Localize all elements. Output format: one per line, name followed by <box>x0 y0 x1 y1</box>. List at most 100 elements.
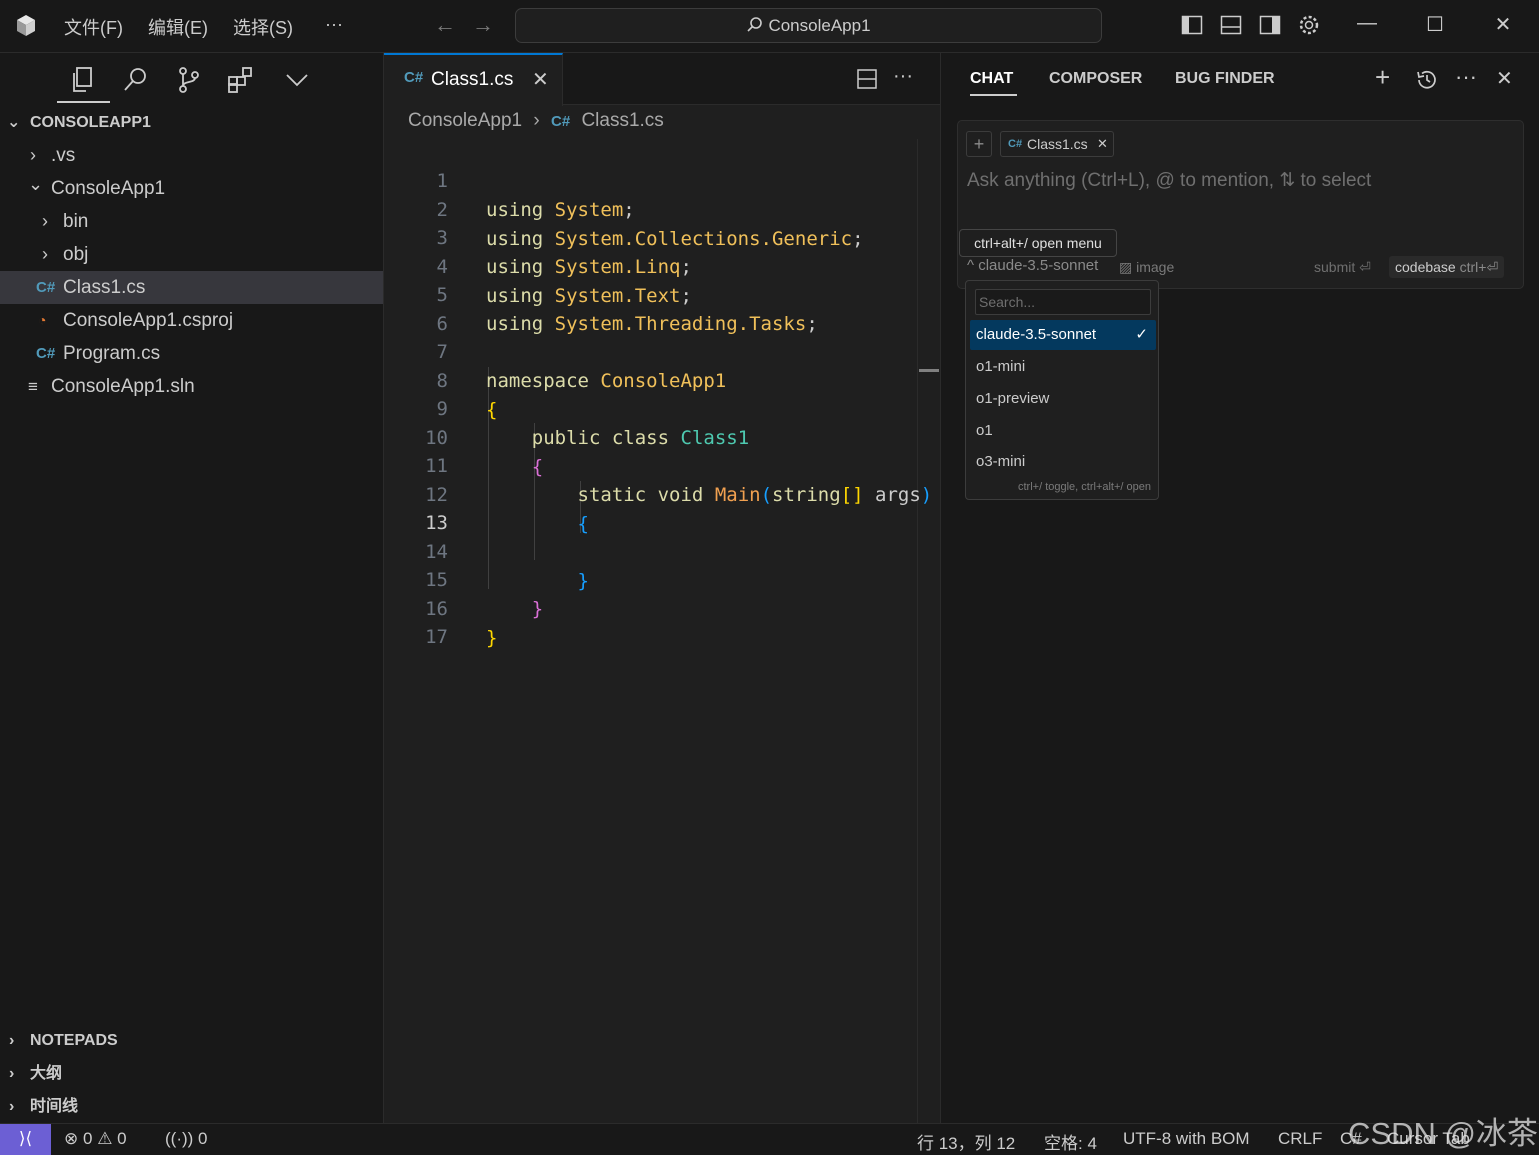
model-option-o1[interactable]: o1 <box>970 416 1156 446</box>
search-icon[interactable] <box>121 65 151 95</box>
close-window-icon[interactable]: ✕ <box>1488 12 1518 37</box>
line-ending[interactable]: CRLF <box>1278 1129 1322 1149</box>
context-chip-file[interactable]: C# Class1.cs ✕ <box>1000 131 1114 157</box>
tree-item-bin[interactable]: › bin <box>0 205 383 238</box>
breadcrumb-item-project[interactable]: ConsoleApp1 <box>408 110 522 131</box>
tree-item-vs[interactable]: › .vs <box>0 139 383 172</box>
code-line[interactable]: 12 { <box>384 452 589 535</box>
model-option-label: o1-mini <box>976 358 1026 375</box>
section-timeline[interactable]: › 时间线 <box>0 1090 383 1123</box>
code-line[interactable]: 5 using System.Threading.Tasks; <box>384 252 818 335</box>
tree-item-csproj[interactable]: ◔ ConsoleApp1.csproj <box>0 304 383 337</box>
split-editor-icon[interactable] <box>856 68 878 90</box>
chevron-down-icon: ⌄ <box>7 114 21 131</box>
close-icon[interactable]: ✕ <box>1496 66 1513 91</box>
cursor-logo-icon[interactable] <box>14 14 38 38</box>
explorer-sidebar: ⌄ CONSOLEAPP1 › .vs ⌄ ConsoleApp1 › bin … <box>0 53 384 1123</box>
source-control-icon[interactable] <box>174 65 204 95</box>
tab-chat[interactable]: CHAT <box>970 70 1013 88</box>
explorer-files-icon[interactable] <box>68 65 98 95</box>
remote-indicator-icon[interactable]: ⟩⟨ <box>0 1124 51 1155</box>
history-icon[interactable] <box>1415 68 1439 92</box>
file-encoding[interactable]: UTF-8 with BOM <box>1123 1129 1250 1149</box>
section-outline[interactable]: › 大纲 <box>0 1057 383 1090</box>
ports-indicator[interactable]: ((·)) 0 <box>165 1129 208 1149</box>
new-chat-plus-icon[interactable]: + <box>1375 62 1390 93</box>
model-selector[interactable]: ^ claude-3.5-sonnet <box>967 257 1098 274</box>
breadcrumb-item-file[interactable]: Class1.cs <box>581 110 663 131</box>
toggle-panel-icon[interactable] <box>1219 13 1243 37</box>
code-line[interactable]: 17 <box>384 594 448 648</box>
toggle-primary-sidebar-icon[interactable] <box>1180 13 1204 37</box>
chevron-right-icon: › <box>9 1098 15 1115</box>
code-line-active[interactable]: 13 <box>384 480 448 534</box>
code-line[interactable]: 15 } <box>384 537 543 620</box>
menu-edit[interactable]: 编辑(E) <box>148 14 208 40</box>
checkmark-icon: ✓ <box>1135 326 1148 343</box>
model-dropdown: claude-3.5-sonnet ✓ o1-mini o1-preview o… <box>965 280 1159 500</box>
chat-input-placeholder[interactable]: Ask anything (Ctrl+L), @ to mention, ⇅ t… <box>967 169 1371 192</box>
warning-count: 0 <box>117 1129 127 1148</box>
tree-item-label: obj <box>63 244 89 265</box>
context-chip-label: Class1.cs <box>1027 136 1088 152</box>
maximize-icon[interactable]: ☐ <box>1420 12 1450 37</box>
csharp-file-icon: C# <box>1008 138 1023 150</box>
code-line[interactable]: 7 namespace ConsoleApp1 <box>384 309 727 392</box>
code-line[interactable]: 4 using System.Text; <box>384 224 692 307</box>
model-option-label: o1 <box>976 422 993 439</box>
tree-item-class1-cs[interactable]: C# Class1.cs <box>0 271 383 304</box>
tree-item-label: ConsoleApp1.csproj <box>63 310 234 331</box>
model-option-o1-mini[interactable]: o1-mini <box>970 352 1156 382</box>
code-line[interactable]: 16 } <box>384 566 497 649</box>
model-option-o1-preview[interactable]: o1-preview <box>970 384 1156 414</box>
scrollbar-cursor-marker[interactable] <box>919 369 939 372</box>
menu-more[interactable]: ··· <box>325 14 343 35</box>
command-center[interactable]: ConsoleApp1 <box>515 8 1102 43</box>
more-options-icon[interactable]: ··· <box>1455 64 1477 90</box>
settings-gear-icon[interactable] <box>1297 13 1321 37</box>
code-line[interactable]: 10 { <box>384 395 543 478</box>
forward-arrow-icon[interactable]: → <box>472 12 494 38</box>
cursor-position[interactable]: 行 13，列 12 <box>917 1129 1015 1154</box>
extensions-icon[interactable] <box>226 65 256 95</box>
model-option-claude-3-5-sonnet[interactable]: claude-3.5-sonnet ✓ <box>970 320 1156 350</box>
code-line[interactable]: 8 { <box>384 338 498 421</box>
tree-item-program-cs[interactable]: C# Program.cs <box>0 337 383 370</box>
remove-context-icon[interactable]: ✕ <box>1097 132 1108 156</box>
menu-file[interactable]: 文件(F) <box>64 14 123 40</box>
tree-item-label: bin <box>63 211 89 232</box>
tree-item-sln[interactable]: ≡ ConsoleApp1.sln <box>0 370 383 403</box>
back-arrow-icon[interactable]: ← <box>434 12 456 38</box>
chevron-down-icon[interactable] <box>282 65 312 95</box>
tab-bug-finder[interactable]: BUG FINDER <box>1175 70 1275 88</box>
codebase-button[interactable]: codebase ctrl+⏎ <box>1389 256 1505 278</box>
code-line[interactable]: 6 <box>384 281 448 335</box>
add-context-button[interactable]: + <box>966 131 992 157</box>
code-line[interactable]: 9 public class Class1 <box>384 366 750 449</box>
close-icon[interactable]: ✕ <box>532 67 549 92</box>
explorer-root-header[interactable]: ⌄ CONSOLEAPP1 <box>0 106 383 139</box>
tab-composer[interactable]: COMPOSER <box>1049 70 1142 88</box>
model-option-label: claude-3.5-sonnet <box>976 326 1097 343</box>
tab-class1-cs[interactable]: C# Class1.cs ✕ <box>384 53 563 106</box>
section-notepads[interactable]: › NOTEPADS <box>0 1024 383 1057</box>
code-line[interactable]: 14 } <box>384 509 589 592</box>
code-line[interactable]: 2 using System.Collections.Generic; <box>384 167 864 250</box>
submit-button[interactable]: submit ⏎ <box>1314 259 1371 276</box>
code-line[interactable]: 1 using System; <box>384 138 635 221</box>
minimize-icon[interactable]: — <box>1352 12 1382 35</box>
model-search-input[interactable] <box>975 289 1151 315</box>
more-actions-icon[interactable]: ··· <box>893 65 913 88</box>
code-line[interactable]: 3 using System.Linq; <box>384 195 692 278</box>
warning-icon: ⚠ <box>97 1129 113 1148</box>
menu-selection[interactable]: 选择(S) <box>233 14 293 40</box>
code-line[interactable]: 11 static void Main(string[] args) <box>384 423 932 506</box>
toggle-secondary-sidebar-icon[interactable] <box>1258 13 1282 37</box>
watermark: CSDN @冰茶 <box>1348 1116 1538 1151</box>
model-option-o3-mini[interactable]: o3-mini <box>970 447 1156 477</box>
tree-item-consoleapp1-folder[interactable]: ⌄ ConsoleApp1 <box>0 172 383 205</box>
image-attach-button[interactable]: ▨ image <box>1119 259 1174 276</box>
tree-item-obj[interactable]: › obj <box>0 238 383 271</box>
problems-indicator[interactable]: ⊗ 0 ⚠ 0 <box>64 1129 127 1149</box>
indentation[interactable]: 空格: 4 <box>1044 1129 1097 1154</box>
